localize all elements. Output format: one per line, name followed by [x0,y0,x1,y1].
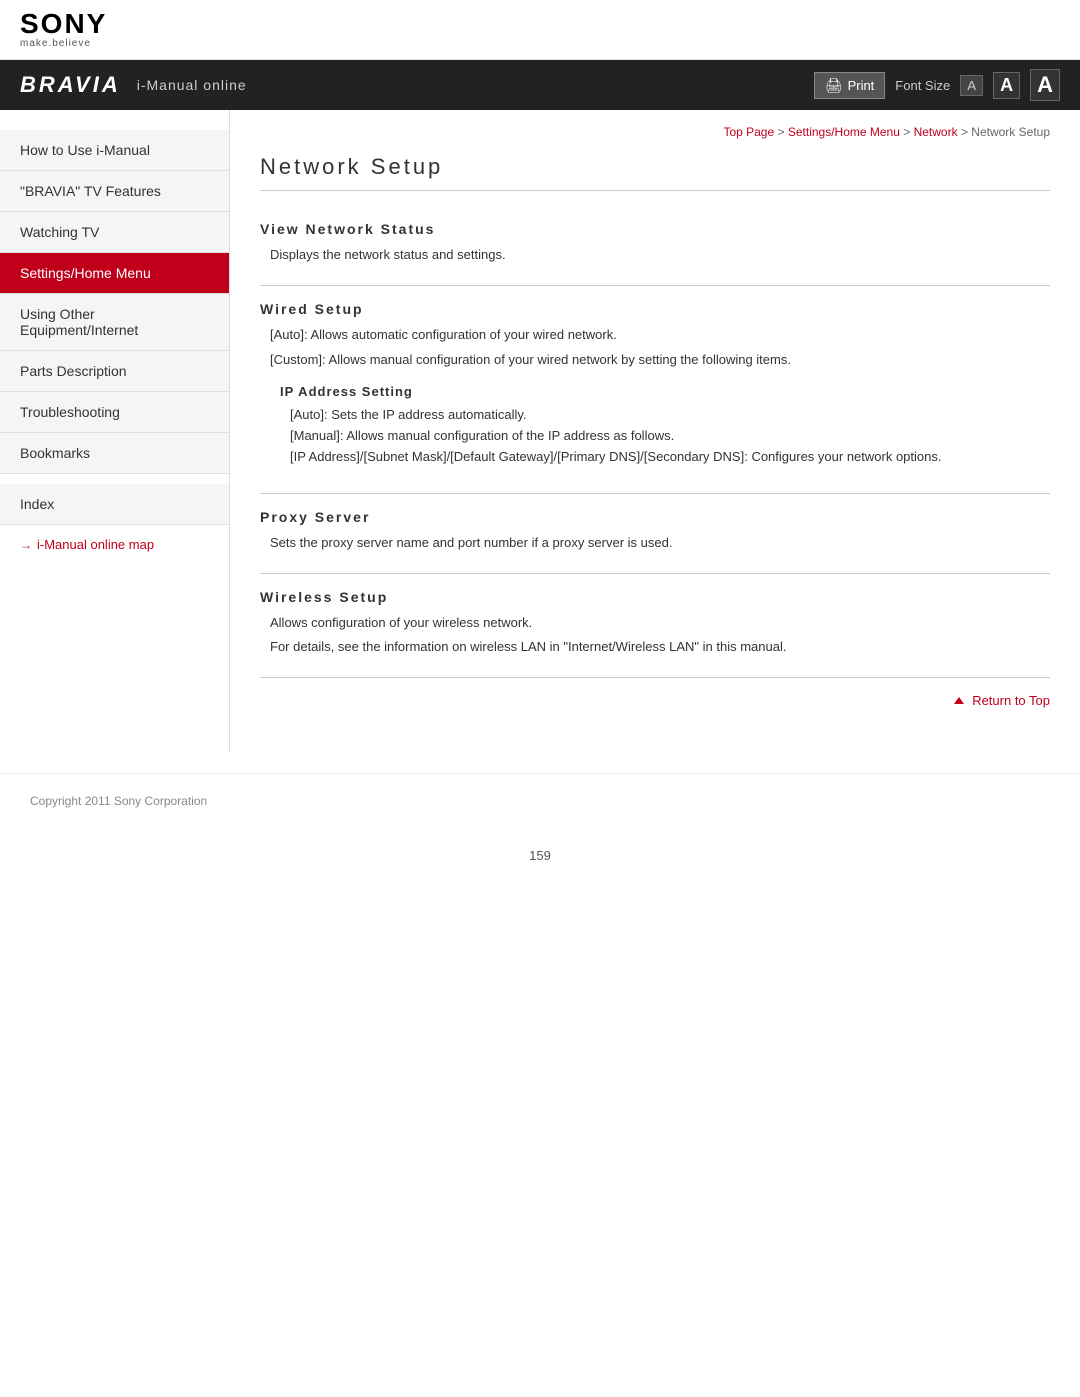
section-body-view-network-status: Displays the network status and settings… [260,245,1050,266]
breadcrumb-settings[interactable]: Settings/Home Menu [788,125,900,139]
sub-section-line: [Auto]: Sets the IP address automaticall… [290,405,1050,426]
breadcrumb-sep2: > [903,125,913,139]
content-area: Top Page > Settings/Home Menu > Network … [230,110,1080,753]
sidebar-map-link[interactable]: → i-Manual online map [0,525,229,564]
sub-section-line: [Manual]: Allows manual configuration of… [290,426,1050,447]
section-body-wireless-setup: Allows configuration of your wireless ne… [260,613,1050,659]
section-wired-setup: Wired Setup [Auto]: Allows automatic conf… [260,286,1050,494]
print-button[interactable]: 🖨 Print [814,72,886,99]
sub-section-body: [Auto]: Sets the IP address automaticall… [280,405,1050,467]
sidebar: How to Use i-Manual"BRAVIA" TV FeaturesW… [0,110,230,753]
sub-section-line: [IP Address]/[Subnet Mask]/[Default Gate… [290,447,1050,468]
page-title: Network Setup [260,154,1050,191]
sidebar-item-2[interactable]: Watching TV [0,212,229,253]
sections-container: View Network Status Displays the network … [260,206,1050,678]
sub-section-title: IP Address Setting [280,384,1050,399]
section-wireless-setup: Wireless Setup Allows configuration of yo… [260,574,1050,679]
breadcrumb-sep1: > [778,125,788,139]
sidebar-item-4[interactable]: Using Other Equipment/Internet [0,294,229,351]
sidebar-item-index[interactable]: Index [0,484,229,525]
bravia-logo: BRAVIA [20,72,121,98]
nav-bar-left: BRAVIA i-Manual online [20,72,247,98]
section-proxy-server: Proxy Server Sets the proxy server name a… [260,494,1050,574]
sony-tagline: make.believe [20,38,91,49]
i-manual-label: i-Manual online [137,77,247,93]
main-layout: How to Use i-Manual"BRAVIA" TV FeaturesW… [0,110,1080,753]
sidebar-item-7[interactable]: Bookmarks [0,433,229,474]
top-header: SONY make.believe [0,0,1080,60]
section-view-network-status: View Network Status Displays the network … [260,206,1050,286]
section-title-wired-setup: Wired Setup [260,301,1050,317]
sidebar-item-5[interactable]: Parts Description [0,351,229,392]
sony-brand: SONY [20,10,107,38]
section-body-line: [Auto]: Allows automatic configuration o… [270,325,1050,346]
page-number: 159 [0,828,1080,883]
print-icon: 🖨 [825,77,843,94]
triangle-up-icon [954,697,964,704]
section-title-view-network-status: View Network Status [260,221,1050,237]
section-body-line: Allows configuration of your wireless ne… [270,613,1050,634]
return-to-top-link[interactable]: Return to Top [260,693,1050,708]
breadcrumb-top-page[interactable]: Top Page [723,125,774,139]
sidebar-item-1[interactable]: "BRAVIA" TV Features [0,171,229,212]
section-body-proxy-server: Sets the proxy server name and port numb… [260,533,1050,554]
return-to-top-label: Return to Top [972,693,1050,708]
section-body-wired-setup: [Auto]: Allows automatic configuration o… [260,325,1050,371]
print-label: Print [848,78,875,93]
breadcrumb: Top Page > Settings/Home Menu > Network … [260,125,1050,139]
breadcrumb-sep3: > [961,125,971,139]
sub-section-0: IP Address Setting [Auto]: Sets the IP ad… [260,374,1050,477]
return-to-top[interactable]: Return to Top [260,678,1050,723]
section-body-line: Sets the proxy server name and port numb… [270,533,1050,554]
sidebar-link-label: i-Manual online map [37,537,154,552]
arrow-right-icon: → [20,538,32,552]
footer: Copyright 2011 Sony Corporation [0,773,1080,828]
breadcrumb-current: Network Setup [971,125,1050,139]
section-body-line: [Custom]: Allows manual configuration of… [270,350,1050,371]
breadcrumb-network[interactable]: Network [914,125,958,139]
sidebar-item-0[interactable]: How to Use i-Manual [0,130,229,171]
sidebar-index-label: Index [20,496,54,512]
sidebar-item-3[interactable]: Settings/Home Menu [0,253,229,294]
nav-bar-right: 🖨 Print Font Size A A A [814,69,1060,101]
font-size-medium-button[interactable]: A [993,72,1020,99]
font-size-small-button[interactable]: A [960,75,983,96]
sidebar-items-container: How to Use i-Manual"BRAVIA" TV FeaturesW… [0,130,229,474]
sony-logo: SONY make.believe [20,10,107,49]
section-title-wireless-setup: Wireless Setup [260,589,1050,605]
section-body-line: Displays the network status and settings… [270,245,1050,266]
copyright: Copyright 2011 Sony Corporation [30,794,207,808]
sidebar-item-6[interactable]: Troubleshooting [0,392,229,433]
section-title-proxy-server: Proxy Server [260,509,1050,525]
nav-bar: BRAVIA i-Manual online 🖨 Print Font Size… [0,60,1080,110]
section-body-line: For details, see the information on wire… [270,637,1050,658]
font-size-large-button[interactable]: A [1030,69,1060,101]
font-size-label: Font Size [895,78,950,93]
